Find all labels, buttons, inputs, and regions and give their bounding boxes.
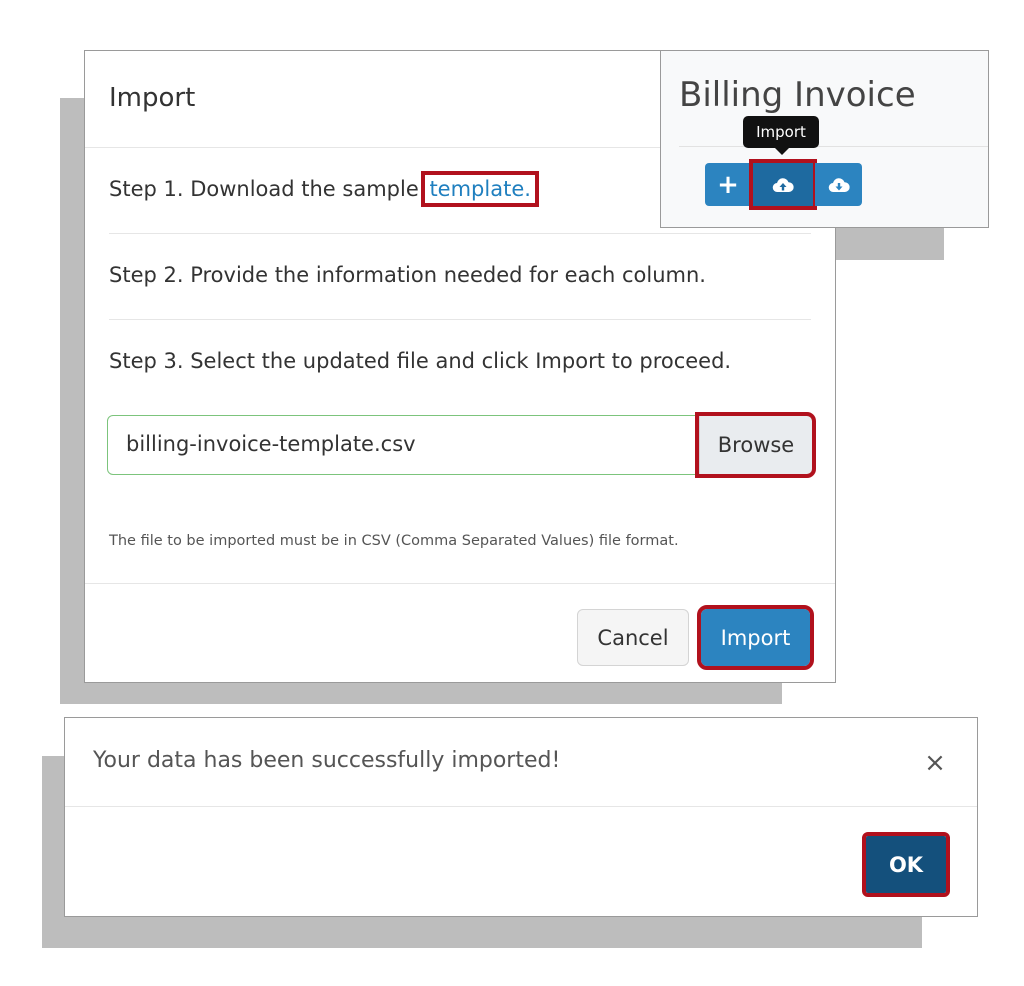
success-dialog: Your data has been successfully imported… — [64, 717, 978, 917]
step-3-text: Step 3. Select the updated file and clic… — [109, 349, 732, 373]
dialog-footer-divider — [85, 583, 835, 584]
cloud-download-icon — [828, 177, 850, 193]
step-2-text: Step 2. Provide the information needed f… — [109, 263, 706, 287]
success-message: Your data has been successfully imported… — [93, 748, 561, 773]
ok-button[interactable]: OK — [862, 832, 950, 897]
import-tooltip: Import — [743, 116, 819, 155]
plus-icon: + — [717, 169, 739, 200]
close-icon[interactable]: × — [921, 748, 949, 778]
import-button[interactable]: Import — [697, 605, 814, 670]
cancel-button[interactable]: Cancel — [577, 609, 689, 666]
dialog-title: Import — [109, 83, 196, 113]
success-divider — [65, 806, 977, 807]
file-format-hint: The file to be imported must be in CSV (… — [109, 533, 679, 549]
template-link[interactable]: template. — [421, 171, 539, 207]
export-button[interactable] — [815, 163, 862, 206]
step-divider — [109, 233, 811, 234]
import-toolbar-button[interactable] — [749, 159, 817, 210]
add-button[interactable]: + — [705, 163, 751, 206]
step-1-label: Step 1. Download the sample — [109, 177, 426, 201]
selected-file-name: billing-invoice-template.csv — [126, 432, 416, 456]
step-divider — [109, 319, 811, 320]
step-1-text: Step 1. Download the sample template. — [109, 171, 539, 207]
cloud-upload-icon — [772, 177, 794, 193]
billing-invoice-panel: Billing Invoice + Import — [660, 50, 989, 228]
file-input[interactable]: billing-invoice-template.csv Browse — [107, 412, 816, 478]
page-title: Billing Invoice — [679, 75, 916, 115]
browse-button[interactable]: Browse — [695, 412, 816, 478]
title-divider — [679, 146, 988, 147]
